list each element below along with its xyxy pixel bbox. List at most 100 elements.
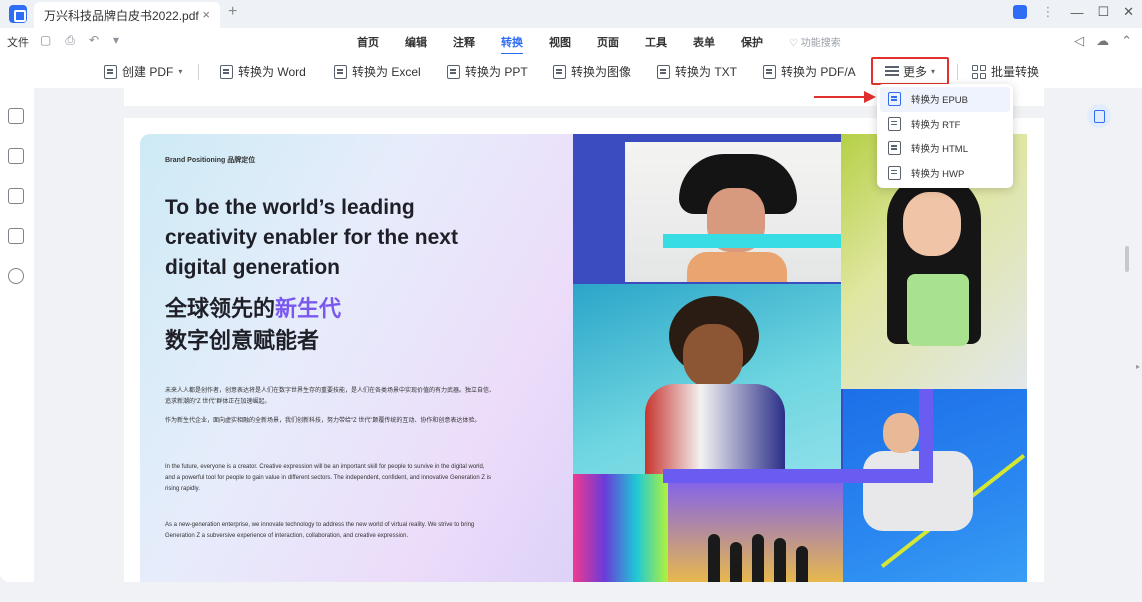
- to-ppt-button[interactable]: 转换为 PPT: [447, 63, 528, 80]
- window-controls: ⋮ — ☐ ✕: [1013, 4, 1134, 20]
- more-label: 更多: [902, 64, 927, 79]
- menu-item-epub-label: 转换为 EPUB: [911, 95, 969, 107]
- minimize-icon[interactable]: —: [1070, 5, 1083, 20]
- file-menu[interactable]: 文件: [7, 34, 29, 50]
- menu-item-hwp-label: 转换为 HWP: [911, 168, 965, 180]
- tab-form[interactable]: 表单: [693, 34, 715, 50]
- annotation-arrow: [814, 91, 876, 103]
- vertical-scrollbar[interactable]: [1125, 246, 1129, 272]
- close-window-icon[interactable]: ✕: [1123, 4, 1134, 20]
- pdfa-icon: [763, 64, 776, 79]
- paragraph-cn-1: 未来人人都是创作者，创意表达将是人们在数字世界生存的重要技能，是人们在各类场景中…: [165, 388, 496, 405]
- chinese-title: 全球领先的新生代 数字创意赋能者: [165, 293, 341, 357]
- photo-collage: [573, 134, 1027, 582]
- epub-icon: [888, 92, 901, 107]
- maximize-icon[interactable]: ☐: [1097, 4, 1109, 20]
- expand-right-panel-icon[interactable]: ▸: [1136, 362, 1140, 371]
- comment-icon[interactable]: [8, 188, 24, 204]
- page-headline: To be the world’s leading creativity ena…: [165, 196, 458, 279]
- ppt-icon: [447, 64, 460, 79]
- new-tab-button[interactable]: +: [228, 3, 237, 21]
- photo-woman-hat: [625, 142, 841, 282]
- app-logo-icon: [9, 5, 27, 23]
- chevron-down-icon: ▾: [178, 67, 183, 76]
- title-bar: 万兴科技品牌白皮书2022.pdf × + ⋮ — ☐ ✕: [0, 0, 1142, 28]
- collapse-ribbon-icon[interactable]: ⌃: [1121, 33, 1132, 49]
- hwp-icon: [888, 165, 901, 180]
- quick-access-toolbar: ▢ ⎙ ↶ ▾: [40, 33, 119, 48]
- to-excel-button[interactable]: 转换为 Excel: [334, 63, 421, 80]
- photo-colorful-pattern: [573, 474, 668, 582]
- tab-view[interactable]: 视图: [549, 34, 571, 50]
- tab-tools[interactable]: 工具: [645, 34, 667, 50]
- menu-item-html[interactable]: 转换为 HTML: [880, 136, 1010, 161]
- to-pdfa-label: 转换为 PDF/A: [781, 65, 856, 79]
- to-txt-label: 转换为 TXT: [675, 65, 737, 79]
- undo-icon[interactable]: ↶: [89, 33, 99, 48]
- decorative-cyan-bar: [663, 234, 841, 248]
- more-lines-icon: [884, 66, 899, 76]
- to-image-label: 转换为图像: [571, 65, 632, 79]
- tab-protect[interactable]: 保护: [741, 34, 763, 50]
- create-pdf-icon: [104, 64, 117, 79]
- to-ppt-label: 转换为 PPT: [465, 65, 528, 79]
- convert-toolbar: 创建 PDF ▾ 转换为 Word 转换为 Excel 转换为 PPT 转换为图…: [0, 54, 1142, 88]
- save-icon[interactable]: ▢: [40, 33, 51, 48]
- batch-convert-button[interactable]: 批量转换: [972, 63, 1039, 80]
- decorative-purple-frame: [919, 389, 933, 483]
- image-icon: [553, 64, 566, 79]
- decorative-purple-frame: [663, 469, 933, 483]
- cloud-upload-icon[interactable]: ☁: [1096, 33, 1109, 49]
- menu-bar: 文件 ▢ ⎙ ↶ ▾ 首页 编辑 注释 转换 视图 页面 工具 表单 保护 ♡ …: [0, 28, 1142, 55]
- print-icon[interactable]: ⎙: [65, 33, 75, 48]
- tab-home[interactable]: 首页: [357, 34, 379, 50]
- lightbulb-icon: ♡: [789, 38, 801, 49]
- tab-edit[interactable]: 编辑: [405, 34, 427, 50]
- more-options-icon[interactable]: ⋮: [1041, 4, 1056, 20]
- search-icon[interactable]: [8, 268, 24, 284]
- tab-page[interactable]: 页面: [597, 34, 619, 50]
- menu-item-rtf-label: 转换为 RTF: [911, 119, 961, 131]
- chinese-title-highlight: 新生代: [275, 296, 342, 321]
- dropdown-chevron-icon[interactable]: ▾: [113, 33, 119, 48]
- menu-item-epub[interactable]: 转换为 EPUB: [880, 87, 1010, 112]
- to-excel-label: 转换为 Excel: [352, 65, 421, 79]
- tab-comment[interactable]: 注释: [453, 34, 475, 50]
- account-icon[interactable]: [1013, 5, 1028, 19]
- close-tab-icon[interactable]: ×: [202, 7, 210, 22]
- more-button[interactable]: 更多 ▾: [871, 57, 949, 85]
- send-icon[interactable]: ◁: [1074, 33, 1084, 49]
- tab-convert[interactable]: 转换: [501, 34, 523, 55]
- left-sidebar: [0, 88, 34, 582]
- menu-item-hwp[interactable]: 转换为 HWP: [880, 161, 1010, 186]
- create-pdf-button[interactable]: 创建 PDF ▾: [104, 63, 182, 80]
- feature-search[interactable]: ♡ 功能搜索: [789, 34, 841, 50]
- paragraph-en-1: In the future, everyone is a creator. Cr…: [165, 464, 491, 492]
- menu-item-html-label: 转换为 HTML: [911, 144, 969, 156]
- to-word-button[interactable]: 转换为 Word: [220, 63, 306, 80]
- paragraph-en-2: As a new-generation enterprise, we innov…: [165, 522, 475, 539]
- chinese-title-line2: 数字创意赋能者: [165, 328, 320, 353]
- batch-grid-icon: [972, 64, 986, 79]
- thumbnails-icon[interactable]: [8, 108, 24, 124]
- document-tab-label: 万兴科技品牌白皮书2022.pdf: [44, 8, 199, 23]
- to-txt-button[interactable]: 转换为 TXT: [657, 63, 737, 80]
- word-icon: [220, 64, 233, 79]
- txt-icon: [657, 64, 670, 79]
- floating-convert-icon[interactable]: [1087, 104, 1111, 128]
- bookmark-icon[interactable]: [8, 148, 24, 164]
- paragraph-cn-2: 作为新生代企业，面向虚实相融的全新场景，我们创新科技，努力带给“Z 世代”颠覆传…: [165, 418, 481, 424]
- app-window: 万兴科技品牌白皮书2022.pdf × + ⋮ — ☐ ✕ 文件 ▢ ⎙ ↶ ▾…: [0, 0, 1142, 582]
- photo-curly-hair-woman: [573, 284, 841, 474]
- right-toolbar-icons: ◁ ☁ ⌃: [1074, 33, 1132, 49]
- feature-search-label: 功能搜索: [800, 38, 841, 49]
- create-pdf-label: 创建 PDF: [122, 65, 174, 79]
- to-pdfa-button[interactable]: 转换为 PDF/A: [763, 63, 856, 80]
- to-image-button[interactable]: 转换为图像: [553, 63, 631, 80]
- photo-group-walking: [668, 474, 843, 582]
- excel-icon: [334, 64, 347, 79]
- batch-convert-label: 批量转换: [991, 65, 1040, 79]
- document-tab[interactable]: 万兴科技品牌白皮书2022.pdf ×: [34, 2, 220, 28]
- attachment-icon[interactable]: [8, 228, 24, 244]
- menu-item-rtf[interactable]: 转换为 RTF: [880, 112, 1010, 137]
